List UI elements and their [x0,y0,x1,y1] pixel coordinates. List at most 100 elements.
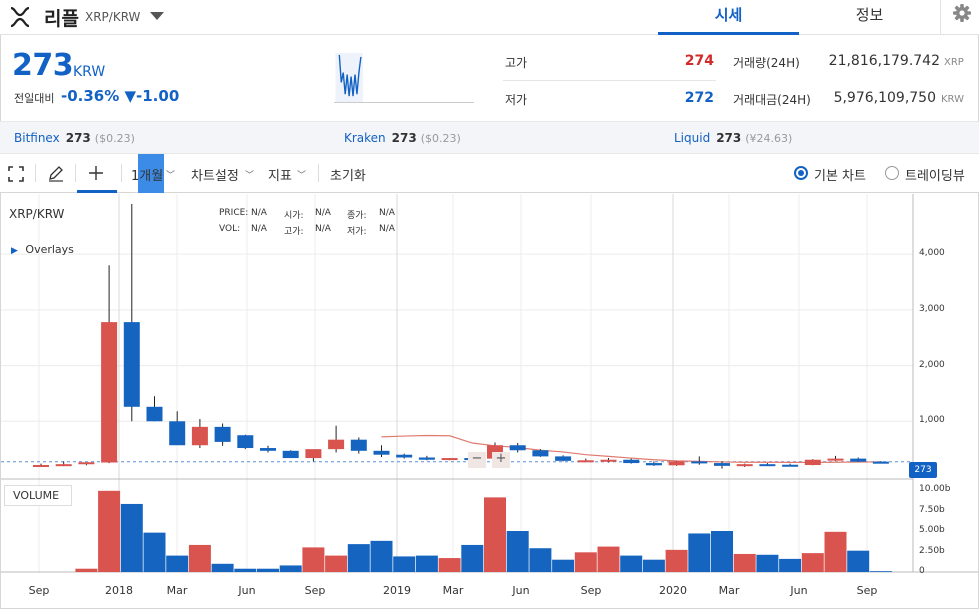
candle-body [373,450,390,455]
volume-tag: VOLUME [4,485,72,506]
volume-bar [75,568,98,572]
chart-title: XRP/KRW [9,207,65,221]
basic-chart-label: 기본 차트 [814,169,866,184]
ohlc-vol-value: N/A [251,224,267,234]
tab-info[interactable]: 정보 [799,0,940,35]
chevron-down-icon: ﹀ [245,171,255,181]
pencil-icon[interactable] [47,165,65,183]
y-tick-label: 3,000 [919,303,945,314]
tradingview-radio[interactable] [885,166,899,180]
exchange-price: 273 [716,131,742,145]
candle-body [532,450,549,457]
gear-icon [953,4,971,22]
chart-area[interactable]: XRP/KRW ▶ Overlays PRICE: N/A 시가: N/A 종가… [1,194,978,608]
x-tick-label: Sep [580,584,602,597]
volume-bar [552,559,575,572]
volume-bar [188,544,211,572]
fullscreen-icon[interactable] [8,166,24,182]
ohlc-open-label: 시가: [284,211,304,221]
indicators-menu[interactable]: 지표 [268,165,292,184]
candle-body [123,322,140,407]
basic-chart-radio[interactable] [794,166,808,180]
price-chart[interactable] [1,194,978,608]
overlays-toggle[interactable]: ▶ Overlays [11,243,74,256]
exchange-name: Bitfinex [14,131,60,145]
mini-chart [334,53,474,103]
exchange-usd: ($0.23) [94,132,135,145]
ohlc-price-label: PRICE: [219,208,249,218]
candle-body [441,458,458,461]
coin-name: 리플 [44,8,79,30]
exchange-name: Kraken [344,131,386,145]
y-tick-label: 4,000 [919,248,945,259]
reset-button[interactable]: 초기화 [330,165,366,184]
volume-bar [642,559,665,572]
candle-body [282,450,299,459]
candle-body [509,445,526,451]
candle-body [33,465,49,468]
candle-body [645,463,662,466]
candle-body [804,459,821,466]
candle-body [169,421,186,446]
x-tick-label: Jun [790,584,808,597]
volume-bar [529,548,552,572]
y-tick-label: 1,000 [919,415,945,426]
exchange-jpy: (¥24.63) [745,132,793,145]
volume-bar [370,540,393,572]
current-price: 273 [12,48,74,83]
price-summary: 273 KRW 전일대비 -0.36% ▼-1.00 고가 274 저가 272… [0,35,979,121]
period-select[interactable]: 1개월 [131,165,163,184]
volume-bar [234,568,257,572]
volume-bar [438,558,461,572]
candle-body [736,464,753,467]
low-value: 272 [684,90,714,106]
x-tick-label: Sep [28,584,50,597]
volume-bar [824,531,847,572]
amount-value: 5,976,109,750 [833,90,936,106]
candle-body [600,459,617,462]
volume-bar [325,555,348,572]
candle-body [872,461,889,464]
candle-body [714,463,730,466]
ohlc-vol-label: VOL: [219,224,241,234]
volume-label: 거래량(24H) [733,56,800,70]
ohlc-low-label: 저가: [347,227,367,237]
triangle-right-icon: ▶ [11,246,18,256]
exchange-liquid[interactable]: Liquid 273 (¥24.63) [674,131,792,145]
volume-bar [98,490,121,572]
chart-settings-menu[interactable]: 차트설정 [191,165,239,184]
exchange-kraken[interactable]: Kraken 273 ($0.23) [344,131,461,145]
volume-bar [461,544,484,572]
x-tick-label: 2019 [383,584,411,597]
exchange-bitfinex[interactable]: Bitfinex 273 ($0.23) [14,131,135,145]
crosshair-button[interactable] [77,154,117,193]
exchange-price: 273 [391,131,417,145]
volume-tick-label: 0 [919,566,925,576]
ohlc-open-value: N/A [315,208,331,218]
volume-bar [574,552,597,572]
candle-body [146,406,163,422]
toolbar-divider [318,164,319,182]
amount-unit: KRW [941,94,964,105]
chevron-down-icon: ﹀ [166,171,176,181]
pair-label: XRP/KRW [85,10,141,24]
x-tick-label: Mar [166,584,188,597]
overlays-label: Overlays [25,243,74,256]
ohlc-high-label: 고가: [284,227,304,237]
volume-bar [869,571,892,572]
candle-body [305,449,322,459]
volume-bar [484,497,506,572]
x-tick-label: Sep [304,584,326,597]
tab-market[interactable]: 시세 [658,0,799,35]
x-tick-label: Mar [718,584,740,597]
candle-body [850,458,867,462]
zoom-in-button[interactable]: + [492,452,510,468]
zoom-out-button[interactable]: − [468,452,486,468]
change-label: 전일대비 [14,92,55,105]
settings-button[interactable] [940,0,979,35]
chevron-down-icon[interactable] [150,12,164,20]
candle-body [237,435,254,449]
volume-bar [665,549,688,572]
exchange-bar: Bitfinex 273 ($0.23) Kraken 273 ($0.23) Liqu… [0,121,979,154]
ohlc-low-value: N/A [379,224,395,234]
